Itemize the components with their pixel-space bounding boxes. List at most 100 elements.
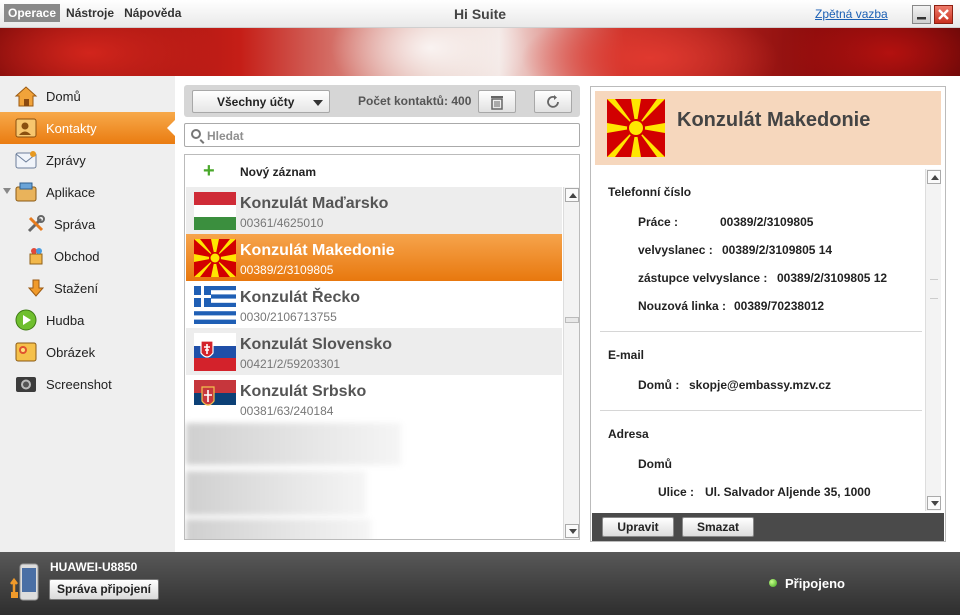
sidebar-item-sprava[interactable]: Správa	[0, 208, 175, 240]
blurred-contact-row	[186, 519, 371, 539]
plus-icon: +	[203, 160, 215, 182]
detail-action-bar: Upravit Smazat	[592, 513, 944, 541]
contact-name: Konzulát Řecko	[240, 289, 361, 306]
phone-label-deputy: zástupce velvyslance :	[638, 271, 768, 285]
menu-nastroje[interactable]: Nástroje	[62, 4, 118, 22]
detail-scrollbar[interactable]	[925, 169, 941, 511]
sidebar-item-label: Screenshot	[46, 376, 112, 392]
music-icon	[15, 309, 37, 331]
address-street-label: Ulice :	[658, 485, 695, 499]
contact-phone: 00361/4625010	[240, 216, 324, 230]
contact-row[interactable]: Konzulát Srbsko 00381/63/240184	[186, 375, 562, 422]
section-divider	[600, 410, 922, 411]
sidebar-item-domu[interactable]: Domů	[0, 80, 175, 112]
expand-arrow-icon[interactable]	[3, 188, 11, 194]
refresh-button[interactable]	[534, 90, 572, 113]
sidebar-item-obrazek[interactable]: Obrázek	[0, 336, 175, 368]
chevron-down-icon	[313, 100, 323, 106]
hungary-flag-icon	[194, 192, 236, 230]
blurred-contact-row	[186, 471, 366, 515]
contact-detail-header: Konzulát Makedonie	[595, 91, 941, 165]
scroll-up-button[interactable]	[927, 170, 941, 184]
blurred-contact-row	[186, 423, 401, 465]
contact-row[interactable]: Konzulát Slovensko 00421/2/59203301	[186, 328, 562, 375]
apps-icon	[15, 182, 37, 202]
delete-button[interactable]: Smazat	[682, 517, 754, 537]
minimize-button[interactable]	[912, 5, 931, 24]
store-icon	[29, 248, 43, 265]
manage-connection-button[interactable]: Správa připojení	[49, 579, 159, 600]
phone-value-ambassador[interactable]: 00389/2/3109805 14	[722, 243, 832, 257]
address-type: Domů	[638, 457, 672, 471]
phone-device-icon	[10, 563, 39, 601]
search-box[interactable]	[184, 123, 580, 147]
scroll-down-button[interactable]	[565, 524, 579, 538]
download-icon	[27, 279, 45, 297]
phone-label-work: Práce :	[638, 215, 679, 229]
scroll-thumb[interactable]	[565, 317, 579, 323]
contact-phone: 00389/2/3109805	[240, 263, 334, 277]
contact-name: Konzulát Maďarsko	[240, 195, 389, 212]
contact-row-selected[interactable]: Konzulát Makedonie 00389/2/3109805	[186, 234, 562, 281]
search-input[interactable]	[207, 127, 567, 144]
new-contact-label: Nový záznam	[240, 165, 317, 179]
sidebar-item-obchod[interactable]: Obchod	[0, 240, 175, 272]
scroll-grip[interactable]	[930, 279, 938, 299]
sidebar-item-stazeni[interactable]: Stažení	[0, 272, 175, 304]
close-button[interactable]	[934, 5, 953, 24]
sidebar-item-label: Zprávy	[46, 152, 86, 168]
menu-napoveda[interactable]: Nápověda	[120, 4, 185, 22]
sidebar-item-label: Kontakty	[46, 120, 97, 136]
sidebar-item-zpravy[interactable]: Zprávy	[0, 144, 175, 176]
sidebar-item-kontakty[interactable]: Kontakty	[0, 112, 175, 144]
scroll-up-button[interactable]	[565, 188, 579, 202]
sidebar-item-label: Obrázek	[46, 344, 96, 360]
home-icon	[14, 86, 38, 107]
sidebar-item-label: Domů	[46, 88, 81, 104]
contact-list-scrollbar[interactable]	[563, 187, 579, 539]
sidebar-item-aplikace[interactable]: Aplikace	[0, 176, 175, 208]
menu-operace[interactable]: Operace	[4, 4, 61, 22]
phone-value-work[interactable]: 00389/2/3109805	[720, 215, 813, 229]
search-icon	[191, 129, 201, 139]
contact-row[interactable]: Konzulát Řecko 0030/2106713755	[186, 281, 562, 328]
sidebar-item-label: Hudba	[46, 312, 85, 328]
device-name: HUAWEI-U8850	[50, 560, 138, 574]
trash-icon	[491, 96, 503, 110]
contact-list: + Nový záznam Konzulát Maďarsko 00361/46…	[184, 154, 580, 540]
scroll-down-button[interactable]	[927, 496, 941, 510]
macedonia-flag-icon	[607, 99, 665, 157]
phone-value-emergency[interactable]: 00389/70238012	[734, 299, 824, 313]
connected-status-icon	[769, 579, 777, 587]
phone-value-deputy[interactable]: 00389/2/3109805 12	[777, 271, 887, 285]
account-filter-select[interactable]: Všechny účty	[192, 90, 330, 113]
minimize-icon	[917, 17, 926, 20]
connection-status: Připojeno	[785, 576, 845, 591]
title-bar: Operace Nástroje Nápověda Hi Suite Zpětn…	[0, 0, 960, 28]
contacts-panel: Všechny účty Počet kontaktů: 400 + Nový …	[176, 76, 588, 552]
new-contact-row[interactable]: + Nový záznam	[185, 155, 563, 187]
contact-name: Konzulát Makedonie	[240, 242, 395, 259]
sidebar-item-hudba[interactable]: Hudba	[0, 304, 175, 336]
edit-button[interactable]: Upravit	[602, 517, 674, 537]
email-value[interactable]: skopje@embassy.mzv.cz	[689, 378, 831, 392]
contact-detail-title: Konzulát Makedonie	[677, 109, 871, 131]
slovakia-flag-icon	[194, 333, 236, 371]
account-filter-label: Všechny účty	[217, 95, 295, 109]
sidebar-item-label: Správa	[54, 216, 96, 232]
phone-section-title: Telefonní číslo	[608, 185, 692, 199]
feedback-link[interactable]: Zpětná vazba	[815, 7, 888, 21]
contact-phone: 00421/2/59203301	[240, 357, 341, 371]
phone-label-ambassador: velvyslanec :	[638, 243, 713, 257]
email-section-title: E-mail	[608, 348, 645, 362]
camera-icon	[16, 377, 36, 392]
tools-icon	[27, 215, 45, 233]
contact-row[interactable]: Konzulát Maďarsko 00361/4625010	[186, 187, 562, 234]
section-divider	[600, 331, 922, 332]
sidebar: Domů Kontakty Zprávy Aplikace Správa Obc…	[0, 76, 175, 552]
delete-contacts-button[interactable]	[478, 90, 516, 113]
contact-phone: 00381/63/240184	[240, 404, 334, 418]
sidebar-item-label: Obchod	[54, 248, 100, 264]
picture-icon	[15, 342, 37, 362]
sidebar-item-screenshot[interactable]: Screenshot	[0, 368, 175, 400]
